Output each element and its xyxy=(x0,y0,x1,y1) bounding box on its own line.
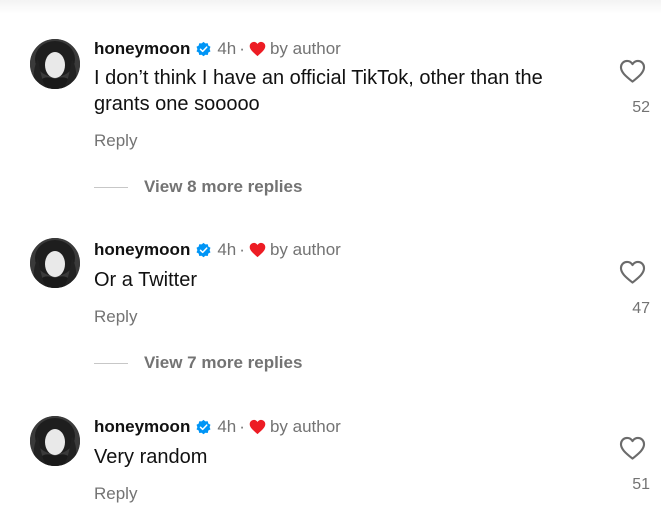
comment-header: honeymoon 4h · by author xyxy=(94,37,341,61)
author-badge: by author xyxy=(269,417,341,436)
view-replies-button[interactable]: View 8 more replies xyxy=(94,177,302,197)
avatar[interactable] xyxy=(30,39,80,89)
separator-dot: · xyxy=(239,240,245,259)
username-link[interactable]: honeymoon xyxy=(94,240,190,260)
avatar[interactable] xyxy=(30,238,80,288)
timestamp: 4h xyxy=(217,240,237,259)
like-count: 47 xyxy=(632,300,650,317)
like-count: 52 xyxy=(632,99,650,116)
separator-dot: · xyxy=(239,39,245,58)
username-link[interactable]: honeymoon xyxy=(94,39,190,59)
comment-text: I don’t think I have an official TikTok,… xyxy=(94,67,543,115)
separator-dot: · xyxy=(239,417,245,436)
username-link[interactable]: honeymoon xyxy=(94,417,190,437)
comment-text: Very random xyxy=(94,446,208,468)
verified-badge-icon xyxy=(196,242,211,257)
verified-badge-icon xyxy=(196,419,211,434)
heart-filled-icon xyxy=(249,41,266,57)
view-replies-label: View 8 more replies xyxy=(144,177,303,196)
heart-outline-icon[interactable] xyxy=(619,59,646,84)
heart-outline-icon[interactable] xyxy=(619,436,646,461)
heart-outline-icon[interactable] xyxy=(619,260,646,285)
author-badge: by author xyxy=(269,240,341,259)
reply-button[interactable]: Reply xyxy=(94,131,137,151)
divider-line xyxy=(94,362,128,364)
author-badge: by author xyxy=(269,39,341,58)
verified-badge-icon xyxy=(196,41,211,56)
view-replies-button[interactable]: View 7 more replies xyxy=(94,353,302,373)
view-replies-label: View 7 more replies xyxy=(144,353,303,372)
heart-filled-icon xyxy=(249,419,266,435)
comment-header: honeymoon 4h · by author xyxy=(94,415,341,439)
reply-button[interactable]: Reply xyxy=(94,484,137,504)
divider-line xyxy=(94,186,128,188)
top-fade xyxy=(0,0,661,14)
timestamp: 4h xyxy=(217,39,237,58)
reply-button[interactable]: Reply xyxy=(94,307,137,327)
heart-filled-icon xyxy=(249,242,266,258)
like-count: 51 xyxy=(632,476,650,493)
comment-text: Or a Twitter xyxy=(94,269,197,291)
timestamp: 4h xyxy=(217,417,237,436)
comment-header: honeymoon 4h · by author xyxy=(94,238,341,262)
avatar[interactable] xyxy=(30,416,80,466)
